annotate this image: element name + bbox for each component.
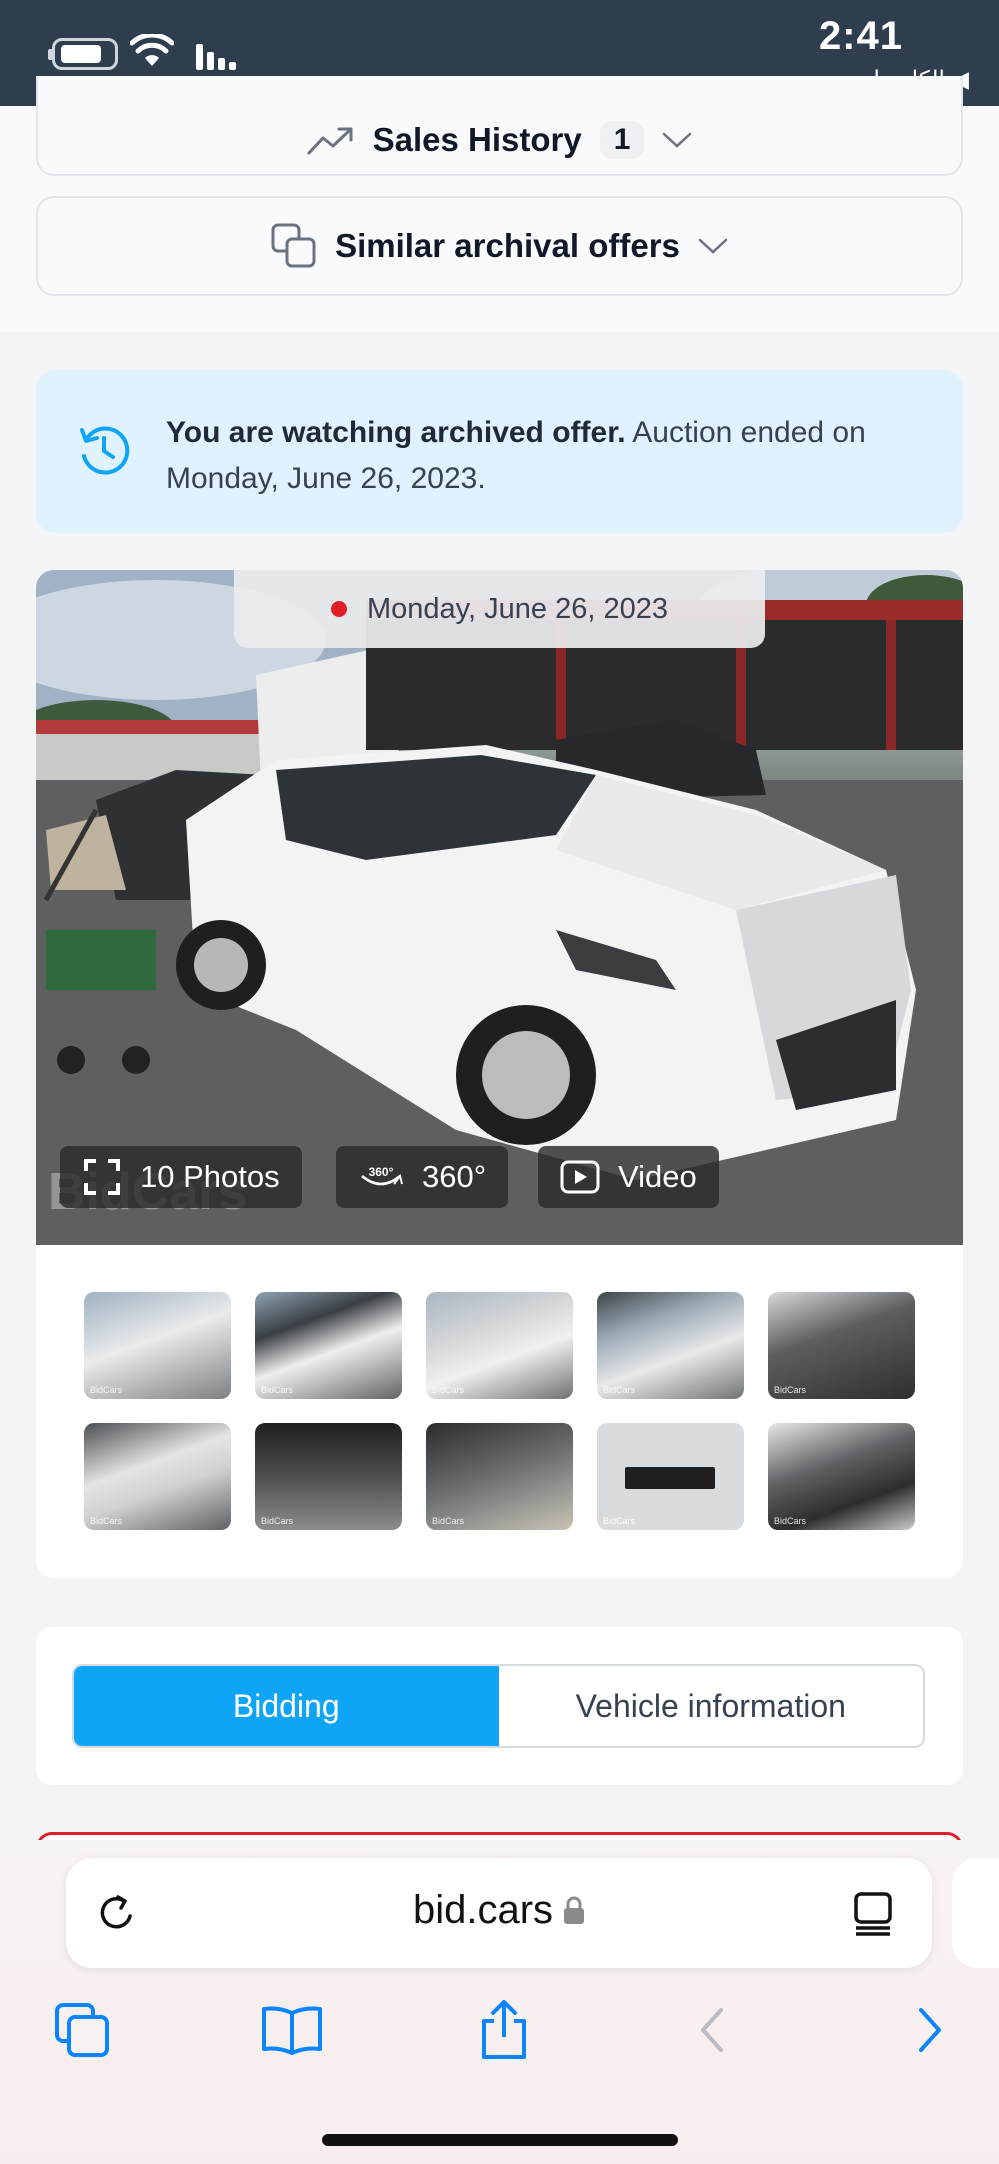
thumbnail-watermark: BidCars <box>603 1516 636 1526</box>
tabs-button[interactable] <box>42 1990 122 2070</box>
thumbnail-watermark: BidCars <box>90 1516 123 1526</box>
thumbnail-watermark: BidCars <box>774 1385 807 1395</box>
photos-button[interactable]: 10 Photos <box>60 1146 302 1208</box>
share-button[interactable] <box>464 1990 544 2070</box>
status-dot-icon <box>331 601 348 617</box>
home-indicator <box>322 2134 678 2146</box>
thumbnail-6[interactable]: BidCars <box>84 1423 231 1530</box>
chevron-down-icon <box>663 132 692 148</box>
fullscreen-icon <box>82 1157 122 1197</box>
sales-history-label: Sales History <box>372 121 582 158</box>
archived-offer-message: You are watching archived offer. Auction… <box>166 410 906 502</box>
tab-vehicle-information[interactable]: Vehicle information <box>499 1666 924 1746</box>
history-section: Sales History 1 Similar archival offers <box>0 76 999 332</box>
thumbnail-watermark: BidCars <box>603 1385 636 1395</box>
photo-gallery: BidCars Monday, June 26, 2023 10 Photos … <box>36 570 963 1578</box>
address-bar[interactable]: bid.cars <box>66 1858 932 1968</box>
signal-icon <box>196 44 236 70</box>
thumbnail-2[interactable]: BidCars <box>255 1292 402 1399</box>
vehicle-main-photo[interactable]: BidCars Monday, June 26, 2023 10 Photos … <box>36 570 963 1245</box>
lock-icon <box>564 1896 585 1924</box>
thumbnail-3[interactable]: BidCars <box>426 1292 573 1399</box>
view-360-button[interactable]: 360° 360° <box>336 1146 509 1208</box>
bookmarks-button[interactable] <box>252 1990 332 2070</box>
archived-offer-alert: You are watching archived offer. Auction… <box>36 370 963 533</box>
archived-offer-bold: You are watching archived offer. <box>166 416 626 449</box>
thumbnail-watermark: BidCars <box>774 1516 807 1526</box>
tabs-icon <box>55 2003 109 2057</box>
play-video-icon <box>560 1160 600 1194</box>
svg-text:360°: 360° <box>369 1165 394 1179</box>
video-button[interactable]: Video <box>538 1146 719 1208</box>
tab-bidding[interactable]: Bidding <box>74 1666 499 1746</box>
view-360-label: 360° <box>422 1159 487 1194</box>
thumbnail-8[interactable]: BidCars <box>426 1423 573 1530</box>
details-tabs-card: Bidding Vehicle information <box>36 1627 963 1785</box>
thumbnail-9[interactable]: BidCars <box>597 1423 744 1530</box>
video-label: Video <box>618 1159 697 1194</box>
thumbnail-watermark: BidCars <box>261 1385 294 1395</box>
car-photo-illustration <box>36 570 963 1245</box>
thumbnail-watermark: BidCars <box>432 1516 465 1526</box>
chevron-down-icon <box>698 238 728 254</box>
thumbnail-5[interactable]: BidCars <box>768 1292 915 1399</box>
back-button[interactable] <box>672 1990 752 2070</box>
thumbnail-grid: BidCars BidCars BidCars BidCars BidCars … <box>84 1292 918 1530</box>
tab-bar: Bidding Vehicle information <box>72 1664 925 1748</box>
battery-icon <box>52 38 118 70</box>
browser-toolbar: bid.cars <box>0 1840 999 2164</box>
url-display: bid.cars <box>66 1888 932 1933</box>
sales-history-count: 1 <box>599 121 645 159</box>
similar-offers-label: Similar archival offers <box>335 227 680 264</box>
rotate-360-icon: 360° <box>358 1162 404 1192</box>
sales-history-toggle[interactable]: Sales History 1 <box>36 76 963 176</box>
vin-label-barcode <box>625 1467 715 1489</box>
wifi-icon <box>130 34 174 66</box>
chevron-left-icon <box>701 2008 723 2052</box>
book-icon <box>262 2006 322 2055</box>
auction-date-chip: Monday, June 26, 2023 <box>234 570 765 648</box>
photos-count-label: 10 Photos <box>140 1159 280 1194</box>
thumbnail-1[interactable]: BidCars <box>84 1292 231 1399</box>
share-icon <box>482 2000 526 2059</box>
thumbnail-watermark: BidCars <box>261 1516 294 1526</box>
chevron-right-icon <box>919 2008 941 2052</box>
url-text: bid.cars <box>412 1888 554 1932</box>
thumbnail-4[interactable]: BidCars <box>597 1292 744 1399</box>
forward-button[interactable] <box>890 1990 970 2070</box>
auction-date: Monday, June 26, 2023 <box>367 592 668 625</box>
trending-up-icon <box>307 127 353 155</box>
battery-tip <box>48 49 53 60</box>
clock: 2:41 <box>818 14 903 58</box>
copy-icon <box>271 223 316 268</box>
similar-offers-toggle[interactable]: Similar archival offers <box>36 196 963 296</box>
reader-mode-icon[interactable] <box>852 1892 894 1936</box>
history-icon <box>80 426 130 475</box>
thumbnail-watermark: BidCars <box>90 1385 123 1395</box>
next-tab-preview[interactable] <box>952 1858 999 1968</box>
thumbnail-7[interactable]: BidCars <box>255 1423 402 1530</box>
thumbnail-10[interactable]: BidCars <box>768 1423 915 1530</box>
thumbnail-watermark: BidCars <box>432 1385 465 1395</box>
